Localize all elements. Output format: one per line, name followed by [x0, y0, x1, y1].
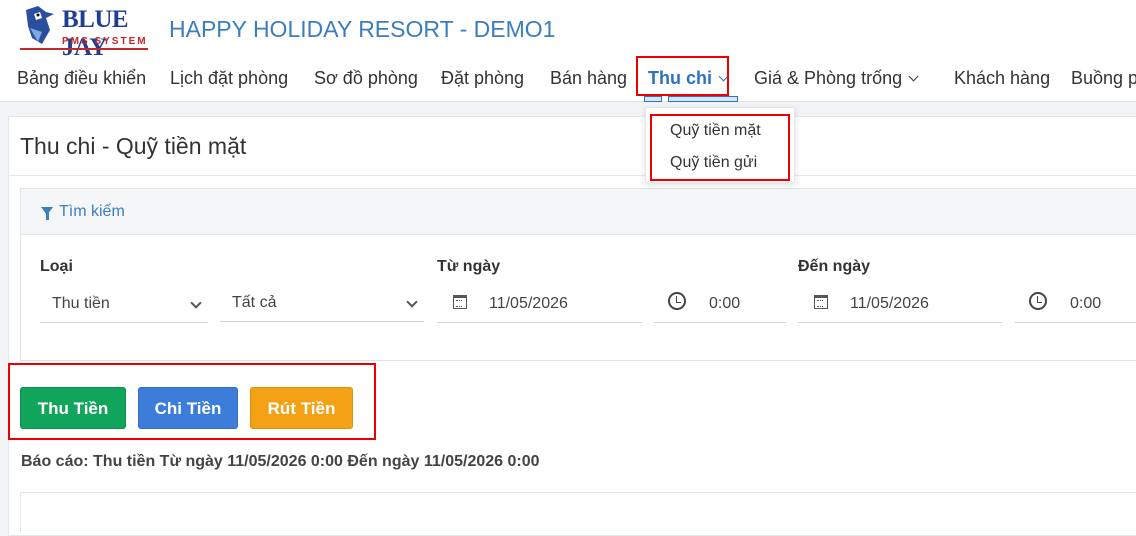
- nav-reservations[interactable]: Đặt phòng: [441, 64, 524, 92]
- active-tab-indicator: [644, 96, 738, 102]
- to-date-input[interactable]: 11/05/2026: [798, 287, 1002, 323]
- chevron-down-icon: [908, 71, 919, 82]
- clock-icon: [668, 292, 686, 310]
- to-date-value: 11/05/2026: [850, 295, 929, 312]
- clock-icon: [1029, 292, 1047, 310]
- title-divider: [8, 175, 1136, 176]
- category-select-value: Tất cả: [232, 294, 277, 311]
- nav-room-map[interactable]: Sơ đồ phòng: [314, 64, 418, 92]
- from-time-input[interactable]: 0:00: [654, 287, 786, 323]
- highlight-box-cashbook: [636, 56, 729, 96]
- logo-underline: [20, 48, 148, 50]
- search-panel: Tìm kiếm: [20, 188, 1136, 361]
- search-title: Tìm kiếm: [59, 203, 125, 220]
- filter-icon: [41, 207, 53, 220]
- chevron-down-icon: [406, 296, 418, 308]
- page-title: Thu chi - Quỹ tiền mặt: [20, 133, 247, 159]
- from-date-input[interactable]: 11/05/2026: [437, 287, 642, 323]
- calendar-icon: [814, 295, 828, 309]
- blue-jay-logo[interactable]: BLUE JAY PMS SYSTEM: [20, 4, 150, 61]
- nav-rates-availability[interactable]: Giá & Phòng trống: [754, 64, 919, 92]
- category-select[interactable]: Tất cả: [220, 286, 424, 322]
- to-time-value: 0:00: [1070, 295, 1102, 312]
- nav-sales[interactable]: Bán hàng: [550, 64, 627, 92]
- brand-tagline: PMS SYSTEM: [62, 36, 148, 47]
- report-table-container: [20, 492, 1136, 532]
- brand-name: BLUE JAY: [62, 6, 129, 61]
- type-select[interactable]: Thu tiền: [40, 287, 208, 323]
- top-header: BLUE JAY PMS SYSTEM HAPPY HOLIDAY RESORT…: [0, 0, 1136, 102]
- nav-booking-calendar[interactable]: Lịch đặt phòng: [170, 64, 288, 92]
- nav-customers[interactable]: Khách hàng: [954, 64, 1050, 92]
- nav-rates-label: Giá & Phòng trống: [754, 68, 903, 88]
- blue-jay-bird-icon: [26, 6, 54, 44]
- to-time-input[interactable]: 0:00: [1015, 287, 1136, 323]
- type-select-value: Thu tiền: [52, 295, 110, 312]
- type-label: Loại: [40, 258, 73, 275]
- nav-housekeeping[interactable]: Buồng phòng: [1071, 64, 1136, 92]
- from-time-value: 0:00: [709, 295, 741, 312]
- main-nav: Bảng điều khiển Lịch đặt phòng Sơ đồ phò…: [0, 64, 1136, 94]
- highlight-box-actions: [8, 363, 376, 440]
- highlight-box-dropdown: [650, 114, 790, 181]
- hotel-name: HAPPY HOLIDAY RESORT - DEMO1: [169, 16, 556, 42]
- report-summary: Báo cáo: Thu tiền Từ ngày 11/05/2026 0:0…: [21, 453, 540, 470]
- chevron-down-icon: [190, 297, 202, 309]
- calendar-icon: [453, 295, 467, 309]
- to-date-label: Đến ngày: [798, 258, 871, 275]
- from-date-value: 11/05/2026: [489, 295, 568, 312]
- nav-dashboard[interactable]: Bảng điều khiển: [17, 64, 146, 92]
- search-panel-header[interactable]: Tìm kiếm: [21, 189, 1136, 235]
- from-date-label: Từ ngày: [437, 258, 501, 275]
